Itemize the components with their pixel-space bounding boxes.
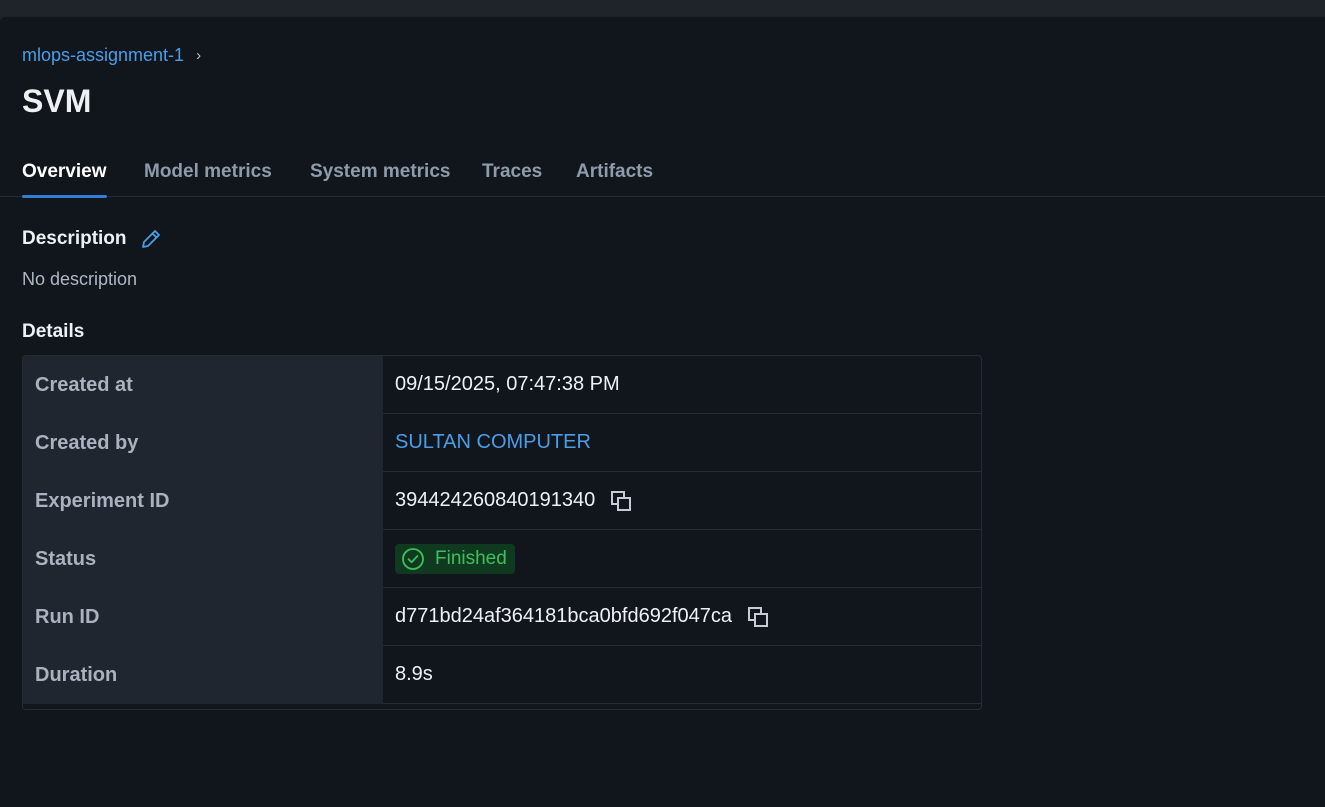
row-value-experiment-id: 394424260840191340 [395, 489, 596, 511]
row-value-run-id: d771bd24af364181bca0bfd692f047ca [395, 605, 732, 627]
table-row: Created at 09/15/2025, 07:47:38 PM [23, 356, 981, 414]
row-key-created-at: Created at [23, 356, 383, 414]
pencil-icon[interactable] [139, 227, 163, 251]
tab-overview[interactable]: Overview [22, 161, 107, 198]
status-text: Finished [435, 547, 507, 569]
tab-system-metrics[interactable]: System metrics [310, 161, 450, 197]
table-row: Run ID d771bd24af364181bca0bfd692f047ca [23, 588, 981, 646]
tab-artifacts[interactable]: Artifacts [576, 161, 653, 197]
details-heading: Details [22, 321, 85, 342]
tab-model-metrics[interactable]: Model metrics [144, 161, 272, 197]
row-value-duration: 8.9s [395, 663, 433, 685]
row-key-duration: Duration [23, 646, 383, 704]
table-row: Experiment ID 394424260840191340 [23, 472, 981, 530]
page-title: SVM [22, 83, 92, 119]
description-text: No description [22, 269, 138, 289]
row-value-created-at: 09/15/2025, 07:47:38 PM [395, 373, 620, 395]
chevron-right-icon: › [196, 47, 202, 64]
table-row: Duration 8.9s [23, 646, 981, 704]
table-row: Created by SULTAN COMPUTER [23, 414, 981, 472]
check-circle-icon [402, 547, 424, 570]
tab-bar: Overview Model metrics System metrics Tr… [0, 157, 1325, 198]
status-badge: Finished [395, 543, 515, 574]
description-heading: Description [22, 228, 127, 249]
breadcrumb: mlops-assignment-1 › [22, 45, 201, 66]
row-key-created-by: Created by [23, 414, 383, 472]
tab-traces[interactable]: Traces [482, 161, 542, 197]
description-header: Description [22, 227, 163, 251]
breadcrumb-experiment-link[interactable]: mlops-assignment-1 [22, 45, 184, 66]
details-table: Created at 09/15/2025, 07:47:38 PM Creat… [22, 355, 982, 710]
table-row: Status Finished [23, 530, 981, 588]
copy-run-id-icon[interactable] [746, 605, 770, 629]
copy-experiment-id-icon[interactable] [609, 489, 633, 513]
main-panel: mlops-assignment-1 › SVM Overview Model … [0, 16, 1325, 807]
row-key-status: Status [23, 530, 383, 588]
row-key-experiment-id: Experiment ID [23, 472, 383, 530]
row-key-run-id: Run ID [23, 588, 383, 646]
created-by-link[interactable]: SULTAN COMPUTER [395, 431, 591, 454]
